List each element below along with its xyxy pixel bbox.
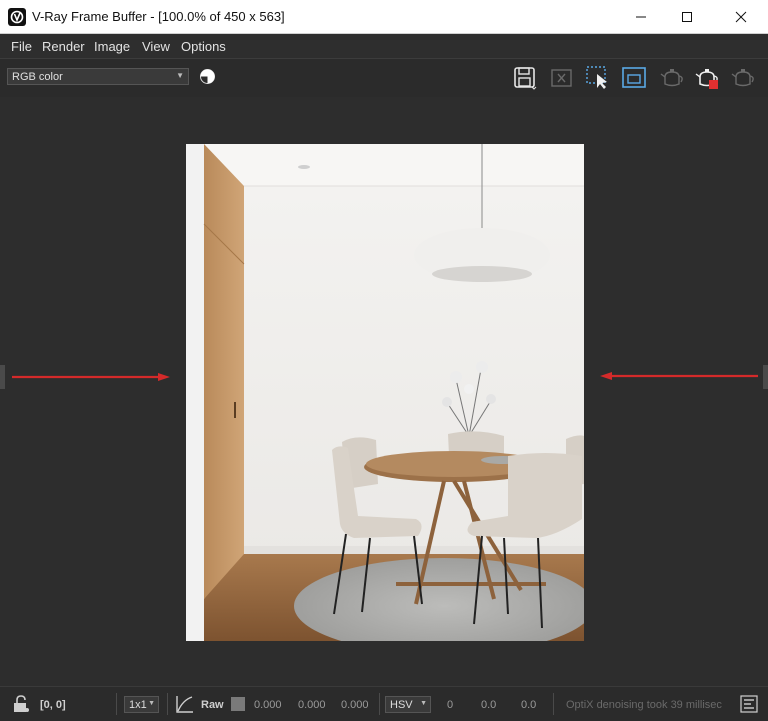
- curve-icon[interactable]: [175, 694, 195, 714]
- left-panel-handle[interactable]: [0, 365, 5, 389]
- minimize-button[interactable]: [618, 0, 664, 34]
- image-viewport[interactable]: [0, 97, 768, 686]
- saturation-value: 0.0: [481, 699, 497, 711]
- color-corrections-icon[interactable]: [199, 68, 216, 85]
- color-space-select[interactable]: HSV ▼: [385, 696, 431, 713]
- menu-view[interactable]: View: [142, 39, 170, 54]
- clear-image-icon[interactable]: [549, 65, 575, 91]
- menu-file[interactable]: File: [11, 39, 32, 54]
- chevron-down-icon: ▼: [176, 71, 184, 80]
- color-swatch: [231, 697, 245, 711]
- red-arrow-right-icon: [12, 373, 170, 381]
- vray-logo-icon: [8, 8, 26, 26]
- status-bar: [0, 0] 1x1 ▼ Raw 0.000 0.000 0.000 HSV ▼…: [0, 686, 768, 721]
- menu-render[interactable]: Render: [42, 39, 85, 54]
- save-icon[interactable]: [512, 65, 538, 91]
- toolbar: RGB color ▼: [0, 59, 768, 97]
- rendered-image: [186, 144, 584, 641]
- menu-bar: File Render Image View Options: [0, 34, 768, 59]
- hue-value: 0: [447, 699, 454, 711]
- color-space-value: HSV: [390, 699, 413, 711]
- pixel-coords: [0, 0]: [40, 699, 66, 711]
- status-separator: [379, 693, 380, 715]
- status-message: OptiX denoising took 39 millisec: [566, 699, 722, 711]
- close-button[interactable]: [718, 0, 764, 34]
- right-panel-handle[interactable]: [763, 365, 768, 389]
- chevron-down-icon: ▼: [420, 700, 427, 707]
- value-value: 0.0: [521, 699, 537, 711]
- menu-image[interactable]: Image: [94, 39, 130, 54]
- channel-select-value: RGB color: [12, 71, 63, 83]
- render-region-frame-icon[interactable]: [621, 65, 647, 91]
- close-icon: [735, 11, 747, 23]
- window-title: V-Ray Frame Buffer - [100.0% of 450 x 56…: [32, 9, 285, 24]
- red-value: 0.000: [254, 699, 282, 711]
- status-separator: [553, 693, 554, 715]
- maximize-button[interactable]: [664, 0, 710, 34]
- title-bar[interactable]: V-Ray Frame Buffer - [100.0% of 450 x 56…: [0, 0, 768, 34]
- green-value: 0.000: [298, 699, 326, 711]
- render-last-icon[interactable]: [659, 65, 685, 91]
- lock-pick-icon[interactable]: [12, 695, 30, 713]
- render-stop-icon[interactable]: [695, 65, 721, 91]
- log-panel-icon[interactable]: [740, 695, 758, 713]
- status-separator: [167, 693, 168, 715]
- raw-label: Raw: [201, 699, 224, 711]
- render-interactive-icon[interactable]: [731, 65, 757, 91]
- maximize-icon: [682, 12, 692, 22]
- menu-options[interactable]: Options: [181, 39, 226, 54]
- region-render-icon[interactable]: [585, 65, 611, 91]
- red-arrow-left-icon: [600, 372, 758, 380]
- minimize-icon: [636, 16, 646, 18]
- chevron-down-icon: ▼: [148, 700, 155, 707]
- channel-select[interactable]: RGB color ▼: [7, 68, 189, 85]
- blue-value: 0.000: [341, 699, 369, 711]
- status-separator: [116, 693, 117, 715]
- sample-size-select[interactable]: 1x1 ▼: [124, 696, 159, 713]
- sample-size-value: 1x1: [129, 699, 147, 711]
